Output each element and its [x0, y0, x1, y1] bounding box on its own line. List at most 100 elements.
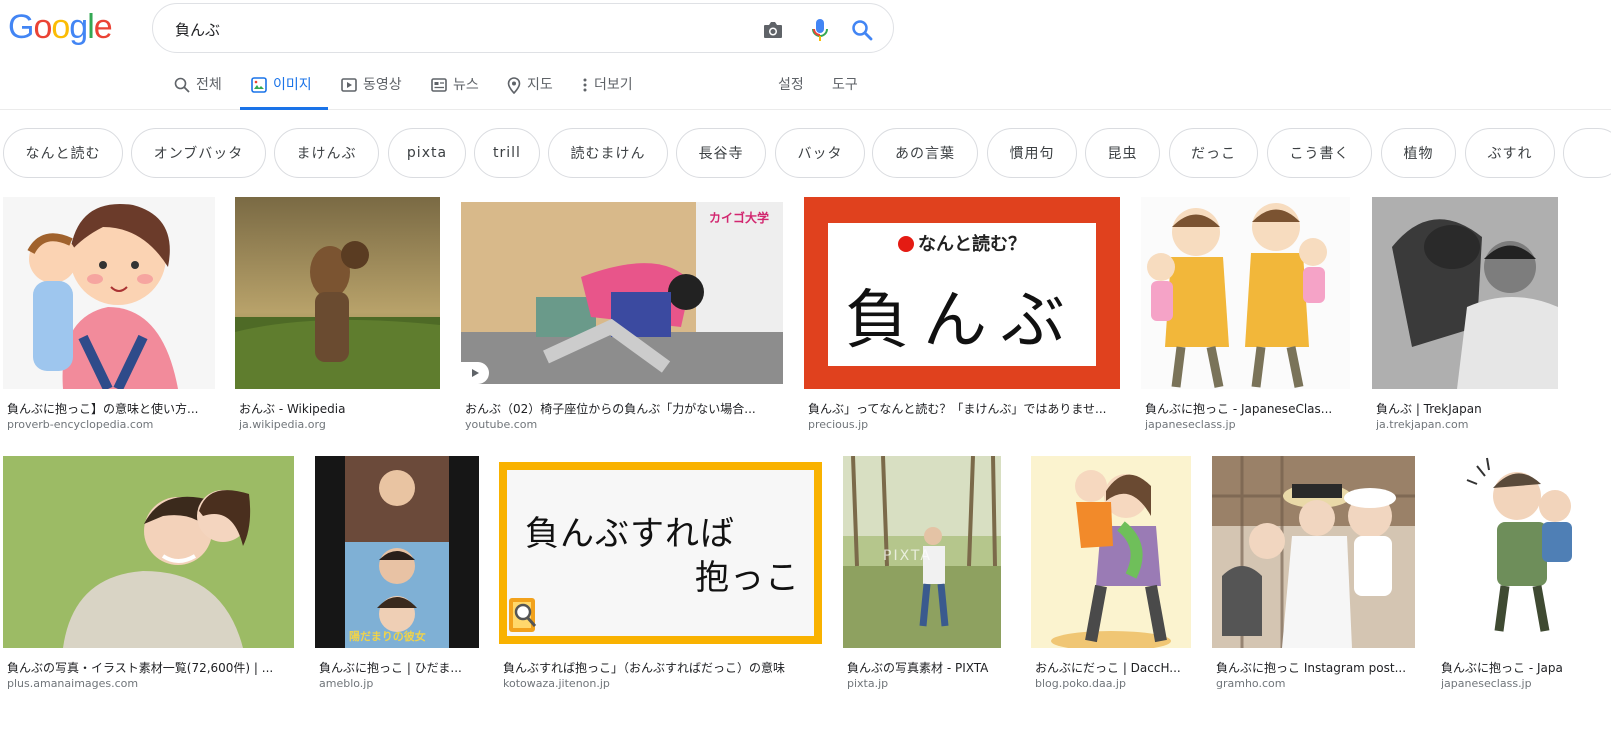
google-logo[interactable]: Google [8, 8, 113, 47]
overlay-line-1: 負んぶすれば [525, 514, 735, 554]
result-thumbnail[interactable] [235, 197, 440, 389]
result-title[interactable]: 負んぶに抱っこ Instagram post... [1216, 659, 1414, 676]
result-thumbnail[interactable] [3, 456, 294, 648]
result-domain: proverb-encyclopedia.com [7, 418, 154, 431]
result-thumbnail[interactable] [1437, 456, 1611, 648]
news-icon [431, 78, 447, 92]
poster-caption: 陽だまりの彼女 [349, 630, 426, 643]
chip-related-search[interactable]: なんと読む [3, 128, 123, 178]
result-card[interactable]: 負んぶに抱っこ - JapaneseClas... japaneseclass.… [1141, 197, 1351, 437]
tab-images[interactable]: 이미지 [240, 74, 328, 110]
result-title[interactable]: おんぶ - Wikipedia [239, 400, 439, 417]
video-overlay-text: カイゴ大学 [708, 211, 769, 225]
result-title[interactable]: 負んぶすれば抱っこ」（おんぶすればだっこ）の意味 [503, 659, 821, 676]
result-card[interactable]: おんぶ - Wikipedia ja.wikipedia.org [235, 197, 441, 437]
result-title[interactable]: 負んぶの写真素材 - PIXTA [847, 659, 1009, 676]
result-title[interactable]: 負んぶに抱っこ】の意味と使い方... [7, 400, 213, 417]
chip-related-search[interactable]: trill [474, 128, 540, 178]
result-card[interactable]: 負んぶに抱っこ - Japa japaneseclass.jp [1437, 456, 1611, 696]
result-title[interactable]: おんぶ（02）椅子座位からの負んぶ「力がない場合... [465, 400, 781, 417]
result-thumbnail[interactable] [1141, 197, 1350, 389]
tab-label: 동영상 [363, 77, 402, 93]
chip-related-search[interactable]: 植物 [1381, 128, 1456, 178]
search-tabs: 전체 이미지 동영상 뉴스 지도 더보기 설정 도구 [0, 64, 1611, 110]
tab-label: 전체 [196, 77, 222, 93]
result-thumbnail[interactable] [1212, 456, 1415, 648]
result-card[interactable]: おんぶにだっこ | DaccH... blog.poko.daa.jp [1031, 456, 1191, 696]
tools-link[interactable]: 도구 [832, 74, 858, 110]
result-thumbnail[interactable]: 陽だまりの彼女 [315, 456, 479, 648]
result-thumbnail[interactable] [1372, 197, 1558, 389]
result-thumbnail[interactable]: 負んぶすれば 抱っこ [499, 456, 822, 648]
overlay-caption-text: なんと読む？ [918, 234, 1026, 255]
video-icon [341, 78, 357, 92]
tab-label: 뉴스 [453, 77, 479, 93]
overlay-caption: なんと読む？ [804, 230, 1120, 256]
tab-more[interactable]: 더보기 [582, 74, 633, 110]
result-thumbnail[interactable] [3, 197, 215, 389]
tab-all[interactable]: 전체 [174, 74, 222, 110]
chip-related-search[interactable]: pixta [388, 128, 466, 178]
chip-related-search[interactable]: 慣用句 [987, 128, 1077, 178]
result-domain: ja.trekjapan.com [1376, 418, 1469, 431]
result-thumbnail[interactable] [1031, 456, 1191, 648]
result-title[interactable]: 負んぶに抱っこ - JapaneseClas... [1145, 400, 1348, 417]
result-card[interactable]: カイゴ大学 おんぶ（02）椅子座位からの負んぶ「力がない場合... youtub… [461, 197, 783, 437]
result-domain: precious.jp [808, 418, 869, 431]
logo-letter: e [93, 8, 113, 46]
result-title[interactable]: 負んぶ | TrekJapan [1376, 400, 1560, 417]
result-card[interactable]: 負んぶに抱っこ】の意味と使い方... proverb-encyclopedia.… [3, 197, 215, 437]
chip-overflow[interactable] [1563, 128, 1611, 178]
result-thumbnail[interactable]: カイゴ大学 [461, 197, 783, 389]
result-card[interactable]: PIXTA 負んぶの写真素材 - PIXTA pixta.jp [843, 456, 1011, 696]
result-title[interactable]: 負んぶの写真・イラスト素材一覧(72,600件) | ... [7, 659, 292, 676]
red-dot-icon [898, 236, 914, 252]
logo-letter: g [69, 8, 88, 46]
result-card[interactable]: 陽だまりの彼女 負んぶに抱っこ | ひだま... ameblo.jp [315, 456, 479, 696]
logo-letter: o [51, 8, 70, 46]
chip-related-search[interactable]: まけんぶ [274, 128, 379, 178]
image-icon [251, 77, 267, 93]
tab-label: 이미지 [273, 77, 312, 93]
book-icon [509, 598, 537, 632]
chip-related-search[interactable]: オンブバッタ [131, 128, 266, 178]
play-icon[interactable] [461, 362, 489, 384]
chip-related-search[interactable]: 昆虫 [1085, 128, 1160, 178]
tab-videos[interactable]: 동영상 [341, 74, 402, 110]
mic-icon[interactable] [807, 17, 833, 43]
result-thumbnail[interactable]: PIXTA [843, 456, 1010, 648]
result-card[interactable]: なんと読む？ 負んぶ 負んぶ」ってなんと読む？「まけんぶ」ではありませ... p… [804, 197, 1120, 437]
settings-link[interactable]: 설정 [778, 74, 804, 110]
map-pin-icon [507, 77, 521, 94]
search-icon[interactable] [849, 17, 875, 43]
result-card[interactable]: 負んぶの写真・イラスト素材一覧(72,600件) | ... plus.aman… [3, 456, 294, 696]
chip-related-search[interactable]: だっこ [1169, 128, 1258, 178]
result-card[interactable]: 負んぶすれば 抱っこ 負んぶすれば抱っこ」（おんぶすればだっこ）の意味 koto… [499, 456, 823, 696]
result-domain: japaneseclass.jp [1145, 418, 1236, 431]
result-title[interactable]: 負んぶに抱っこ | ひだま... [319, 659, 477, 676]
tools-label: 도구 [832, 77, 858, 93]
overlay-line-2: 抱っこ [695, 558, 800, 598]
result-title[interactable]: おんぶにだっこ | DaccH... [1035, 659, 1191, 676]
settings-label: 설정 [778, 77, 804, 93]
search-input[interactable] [175, 17, 735, 41]
chip-related-search[interactable]: あの言葉 [872, 128, 978, 178]
chip-related-search[interactable]: こう書く [1267, 128, 1372, 178]
chip-related-search[interactable]: ぶすれ [1465, 128, 1555, 178]
result-thumbnail[interactable]: なんと読む？ 負んぶ [804, 197, 1120, 389]
related-chips: なんと読む オンブバッタ まけんぶ pixta trill 読むまけん 長谷寺 バッタ あの言葉… [0, 128, 1611, 180]
result-domain: blog.poko.daa.jp [1035, 677, 1126, 690]
result-domain: pixta.jp [847, 677, 889, 690]
chip-related-search[interactable]: 読むまけん [548, 128, 668, 178]
chip-related-search[interactable]: 長谷寺 [676, 128, 766, 178]
search-icon [174, 77, 190, 93]
chip-related-search[interactable]: バッタ [775, 128, 865, 178]
result-card[interactable]: 負んぶに抱っこ Instagram post... gramho.com [1212, 456, 1416, 696]
tab-news[interactable]: 뉴스 [431, 74, 479, 110]
tab-maps[interactable]: 지도 [507, 74, 553, 110]
result-title[interactable]: 負んぶ」ってなんと読む？「まけんぶ」ではありませ... [808, 400, 1118, 417]
result-title[interactable]: 負んぶに抱っこ - Japa [1441, 659, 1609, 676]
camera-icon[interactable] [760, 17, 786, 43]
result-domain: kotowaza.jitenon.jp [503, 677, 610, 690]
result-card[interactable]: 負んぶ | TrekJapan ja.trekjapan.com [1372, 197, 1560, 437]
